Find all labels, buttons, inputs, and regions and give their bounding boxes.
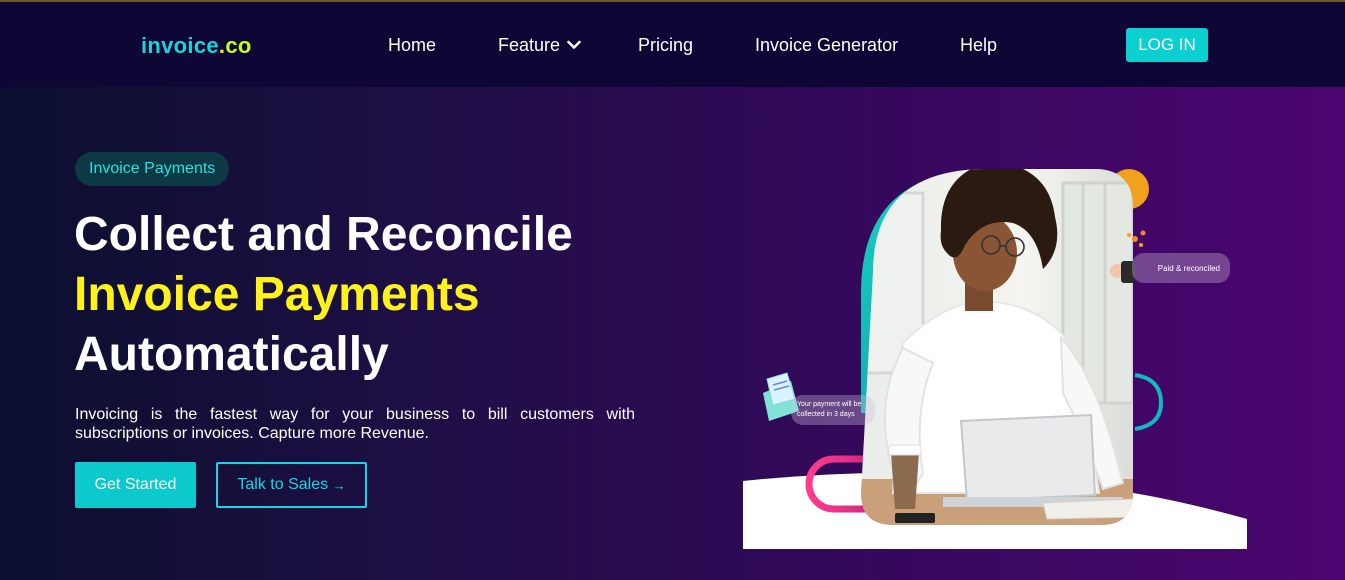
arrow-right-icon: → (332, 477, 346, 493)
nav-help[interactable]: Help (960, 35, 997, 56)
get-started-button[interactable]: Get Started (75, 462, 196, 508)
chevron-down-icon (567, 40, 581, 49)
hero-description: Invoicing is the fastest way for your bu… (75, 406, 635, 442)
hero-headline: Collect and Reconcile Invoice Payments A… (74, 205, 573, 385)
paid-reconciled-toast: Paid & reconciled (1132, 253, 1230, 283)
teal-ring (1134, 373, 1164, 431)
woman-photo (861, 169, 1133, 525)
nav-pricing[interactable]: Pricing (638, 35, 693, 56)
hero-section: Invoice Payments Collect and Reconcile I… (0, 87, 1345, 580)
payment-collected-line2: collected in 3 days (797, 411, 855, 418)
payment-collected-line1: Your payment will be (797, 401, 862, 408)
payment-collected-toast: Your payment will be collected in 3 days (791, 395, 875, 425)
paid-reconciled-text: Paid & reconciled (1157, 263, 1220, 273)
hero-illustration: Paid & reconciled Your payment will be c… (743, 153, 1263, 549)
nav-feature-label: Feature (498, 35, 561, 55)
headline-line1: Collect and Reconcile (74, 208, 573, 261)
login-button[interactable]: LOG IN (1126, 28, 1208, 62)
nav-home[interactable]: Home (388, 35, 436, 56)
navbar: invoice.co Home Feature Pricing Invoice … (0, 2, 1345, 87)
brand-logo-part1: invoice (141, 33, 219, 58)
headline-line2: Invoice Payments (74, 268, 480, 321)
brand-logo-part2: .co (218, 33, 252, 58)
talk-to-sales-label: Talk to Sales (237, 476, 329, 493)
nav-invoice-generator[interactable]: Invoice Generator (755, 35, 898, 56)
talk-to-sales-button[interactable]: Talk to Sales → (216, 462, 367, 508)
hero-badge: Invoice Payments (75, 152, 230, 186)
headline-line3: Automatically (74, 328, 389, 381)
nav-feature[interactable]: Feature (498, 35, 581, 56)
brand-logo[interactable]: invoice.co (141, 33, 252, 59)
hero-illustration-graphic (743, 169, 1247, 549)
